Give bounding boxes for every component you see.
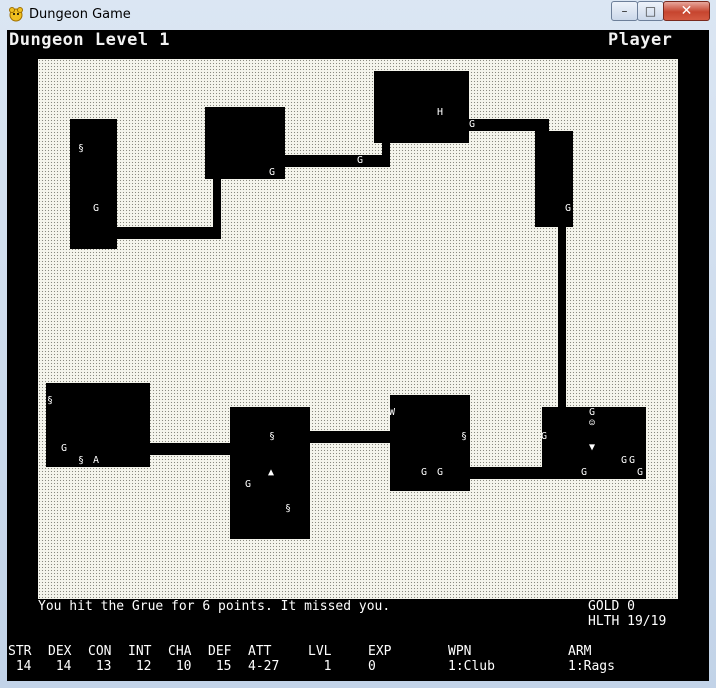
smiley-npc[interactable]: ☺	[589, 419, 595, 429]
room	[374, 71, 469, 143]
stat-def-value: 15	[208, 659, 232, 674]
room	[390, 395, 470, 491]
stat-str: STR 14	[8, 644, 31, 674]
treasure-glyph[interactable]: §	[269, 432, 275, 442]
grue-monster[interactable]: G	[589, 408, 595, 418]
stat-cha-value: 10	[168, 659, 192, 674]
treasure-glyph[interactable]: §	[78, 144, 84, 154]
grue-monster[interactable]: G	[61, 444, 67, 454]
grue-monster[interactable]: G	[357, 156, 363, 166]
stat-int-label: INT	[128, 644, 152, 659]
treasure-glyph[interactable]: §	[461, 432, 467, 442]
combat-message: You hit the Grue for 6 points. It missed…	[38, 599, 391, 614]
stat-int-value: 12	[128, 659, 152, 674]
player-icon[interactable]: ▲	[268, 468, 274, 478]
grue-monster[interactable]: G	[469, 120, 475, 130]
stat-exp-label: EXP	[368, 644, 392, 659]
grue-monster[interactable]: G	[245, 480, 251, 490]
stat-wpn: WPN 1:Club	[448, 644, 495, 674]
stat-con-value: 13	[88, 659, 112, 674]
stat-att-value: 4-27	[248, 659, 280, 674]
dungeon-map[interactable]: § G G G H G G § G § A § ▲ G § W § G G G …	[38, 59, 678, 599]
corridor	[117, 227, 221, 239]
stat-def-label: DEF	[208, 644, 232, 659]
corridor	[285, 155, 390, 167]
stat-dex-value: 14	[48, 659, 72, 674]
maximize-button[interactable]: □	[637, 1, 664, 21]
stat-int: INT 12	[128, 644, 151, 674]
stat-str-label: STR	[8, 644, 32, 659]
close-button[interactable]: ✕	[663, 1, 710, 21]
stat-dex: DEX 14	[48, 644, 71, 674]
gold-readout: GOLD 0	[588, 599, 635, 614]
corridor	[558, 227, 566, 407]
corridor	[470, 467, 542, 479]
treasure-glyph[interactable]: §	[78, 456, 84, 466]
treasure-glyph[interactable]: §	[285, 504, 291, 514]
corridor	[469, 119, 549, 131]
health-readout: HLTH 19/19	[588, 614, 667, 629]
grue-monster[interactable]: G	[565, 204, 571, 214]
stat-lvl-value: 1	[308, 659, 332, 674]
hero-glyph[interactable]: H	[437, 108, 443, 118]
game-app-icon	[9, 7, 23, 22]
stat-cha: CHA 10	[168, 644, 191, 674]
stat-arm: ARM 1:Rags	[568, 644, 615, 674]
grue-monster[interactable]: G	[269, 168, 275, 178]
minimize-button[interactable]: –	[611, 1, 638, 21]
armor-item[interactable]: A	[93, 456, 99, 466]
dungeon-level-label: Dungeon Level 1	[9, 30, 171, 50]
stat-arm-value: 1:Rags	[568, 659, 615, 674]
grue-monster[interactable]: G	[581, 468, 587, 478]
grue-monster[interactable]: G	[93, 204, 99, 214]
corridor	[150, 443, 230, 455]
player-name-label: Player	[608, 30, 673, 50]
stat-lvl: LVL 1	[308, 644, 331, 674]
stat-lvl-label: LVL	[308, 644, 332, 659]
stairs-down-icon[interactable]: ▼	[589, 443, 595, 453]
stat-att: ATT 4-27	[248, 644, 279, 674]
grue-monster[interactable]: G	[421, 468, 427, 478]
grue-monster[interactable]: G	[621, 456, 627, 466]
stat-con-label: CON	[88, 644, 112, 659]
grue-monster[interactable]: G	[637, 468, 643, 478]
weapon-item[interactable]: W	[389, 408, 395, 418]
corridor	[213, 179, 221, 239]
corridor	[382, 143, 390, 167]
grue-monster[interactable]: G	[629, 456, 635, 466]
game-screen[interactable]: Dungeon Level 1 Player § G G G H G G § G…	[7, 30, 709, 681]
stat-arm-label: ARM	[568, 644, 592, 659]
stat-cha-label: CHA	[168, 644, 192, 659]
stat-wpn-value: 1:Club	[448, 659, 495, 674]
treasure-glyph[interactable]: §	[47, 396, 53, 406]
stat-wpn-label: WPN	[448, 644, 472, 659]
stat-exp-value: 0	[368, 659, 376, 674]
stat-exp: EXP 0	[368, 644, 391, 674]
stat-str-value: 14	[8, 659, 32, 674]
stat-con: CON 13	[88, 644, 111, 674]
corridor	[310, 431, 390, 443]
title-bar[interactable]: Dungeon Game – □ ✕	[0, 0, 716, 30]
stat-dex-label: DEX	[48, 644, 72, 659]
app-window: Dungeon Game – □ ✕ Dungeon Level 1 Playe…	[0, 0, 716, 688]
stat-def: DEF 15	[208, 644, 231, 674]
window-title: Dungeon Game	[29, 7, 131, 22]
grue-monster[interactable]: G	[541, 432, 547, 442]
grue-monster[interactable]: G	[437, 468, 443, 478]
room	[70, 119, 117, 249]
stat-att-label: ATT	[248, 644, 272, 659]
